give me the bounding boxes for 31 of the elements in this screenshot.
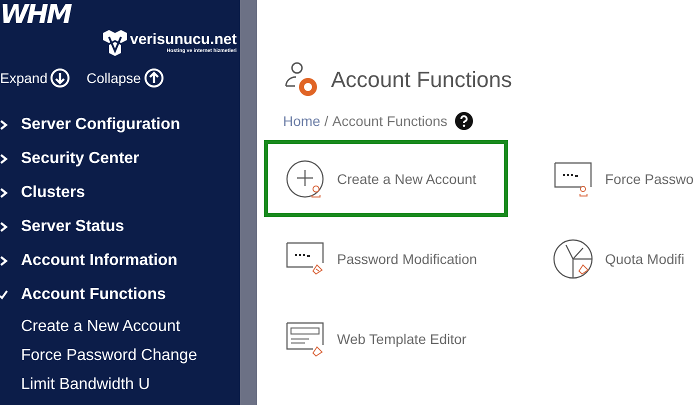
nav-item[interactable]: Account Information — [21, 252, 178, 270]
chevron-right-icon[interactable] — [0, 154, 8, 164]
whm-logo: WHM — [0, 0, 70, 30]
nav-item[interactable]: Server Configuration — [21, 116, 180, 134]
breadcrumb-current: Account Functions — [332, 113, 448, 129]
nav-subitem[interactable]: Force Password Change — [21, 346, 198, 364]
hexagon-logo-icon — [102, 28, 128, 58]
nav-subitem[interactable]: Limit Bandwidth U — [21, 376, 150, 394]
chevron-right-icon[interactable] — [0, 256, 8, 266]
breadcrumb-separator: / — [324, 113, 328, 129]
add-user-icon — [285, 158, 325, 198]
help-icon[interactable] — [455, 112, 474, 130]
nav-item[interactable]: Server Status — [21, 218, 124, 236]
breadcrumb-link[interactable]: Home — [283, 113, 320, 129]
nav-item[interactable]: Clusters — [21, 184, 86, 202]
collapse-label[interactable]: Collapse — [86, 70, 141, 86]
page-title: Account Functions — [331, 67, 512, 93]
chevron-right-icon[interactable] — [0, 120, 8, 130]
feature-link[interactable]: Create a New Account — [264, 140, 508, 217]
nav-item[interactable]: Account Functions — [21, 286, 166, 304]
pie-chart-icon — [553, 238, 593, 278]
chevron-right-icon[interactable] — [0, 222, 8, 232]
feature-link[interactable]: Web Template Editor — [264, 300, 508, 377]
feature-link[interactable]: Quota Modifi — [532, 220, 698, 297]
expand-label[interactable]: Expand — [0, 70, 48, 86]
brand-name: verisunucu.net — [130, 32, 237, 48]
nav-subitem[interactable]: Create a New Account — [21, 318, 180, 336]
chevron-right-icon[interactable] — [0, 188, 8, 198]
feature-link[interactable]: Password Modification — [264, 220, 508, 297]
nav-item[interactable]: Security Center — [21, 150, 140, 168]
feature-link[interactable]: Force Passwo — [532, 140, 698, 217]
